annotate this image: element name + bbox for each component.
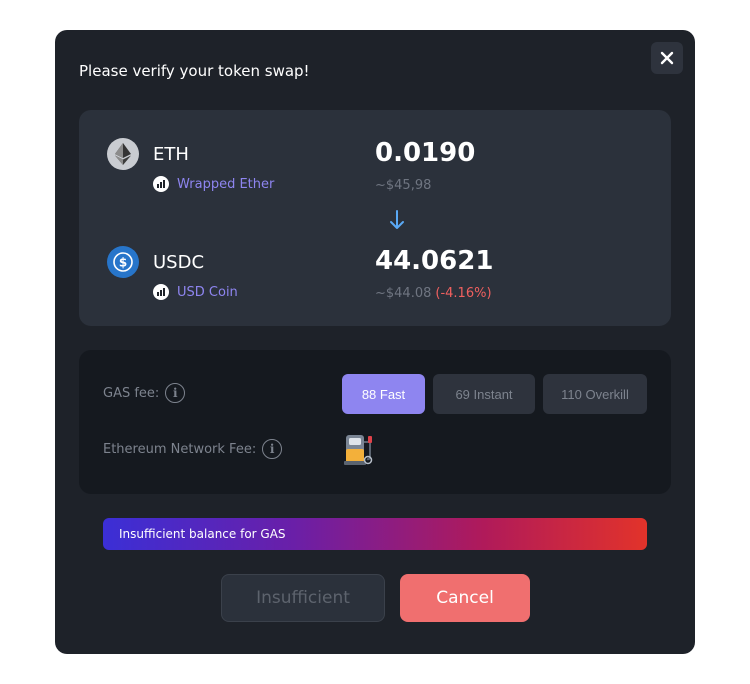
cancel-button[interactable]: Cancel [400,574,530,622]
gas-option-instant[interactable]: 69 Instant [433,374,535,414]
to-amount: 44.0621 [375,246,494,276]
usdc-icon: $ [107,246,139,278]
gas-fee-label-row: GAS fee: i [103,383,186,403]
info-icon[interactable]: i [165,383,186,403]
to-token-name: USD Coin [177,284,238,300]
network-fee-label: Ethereum Network Fee: [103,441,257,457]
price-impact: (-4.16%) [435,286,492,301]
gas-option-overkill[interactable]: 110 Overkill [543,374,647,414]
insufficient-button[interactable]: Insufficient [221,574,385,622]
network-fee-label-row: Ethereum Network Fee: i [103,439,283,459]
from-token-symbol: ETH [153,144,189,165]
from-token-name-row: Wrapped Ether [153,176,274,192]
arrow-down-icon [390,210,404,229]
insufficient-gas-warning: Insufficient balance for GAS [103,518,647,550]
swap-verify-modal: Please verify your token swap! ETH Wrapp… [55,30,695,654]
from-usd-value: ~$45,98 [375,178,432,193]
close-button[interactable] [651,42,683,74]
to-token-name-row: USD Coin [153,284,238,300]
from-token-name: Wrapped Ether [177,176,275,192]
from-amount: 0.0190 [375,138,476,168]
svg-text:$: $ [119,256,127,270]
gas-fee-label: GAS fee: [103,385,160,401]
chart-badge-icon [153,284,169,300]
modal-title: Please verify your token swap! [79,62,310,80]
gas-pump-icon [344,435,373,465]
swap-summary-card: ETH Wrapped Ether 0.0190 ~$45,98 $ USDC [79,110,671,326]
gas-fee-card: GAS fee: i 88 Fast 69 Instant 110 Overki… [79,350,671,494]
to-token-symbol: USDC [153,252,205,273]
to-usd-value: ~$44.08 [375,286,432,301]
close-icon [660,51,674,65]
gas-option-fast[interactable]: 88 Fast [342,374,425,414]
info-icon[interactable]: i [262,439,283,459]
to-usd-row: ~$44.08 (-4.16%) [375,286,492,301]
chart-badge-icon [153,176,169,192]
eth-icon [107,138,139,170]
